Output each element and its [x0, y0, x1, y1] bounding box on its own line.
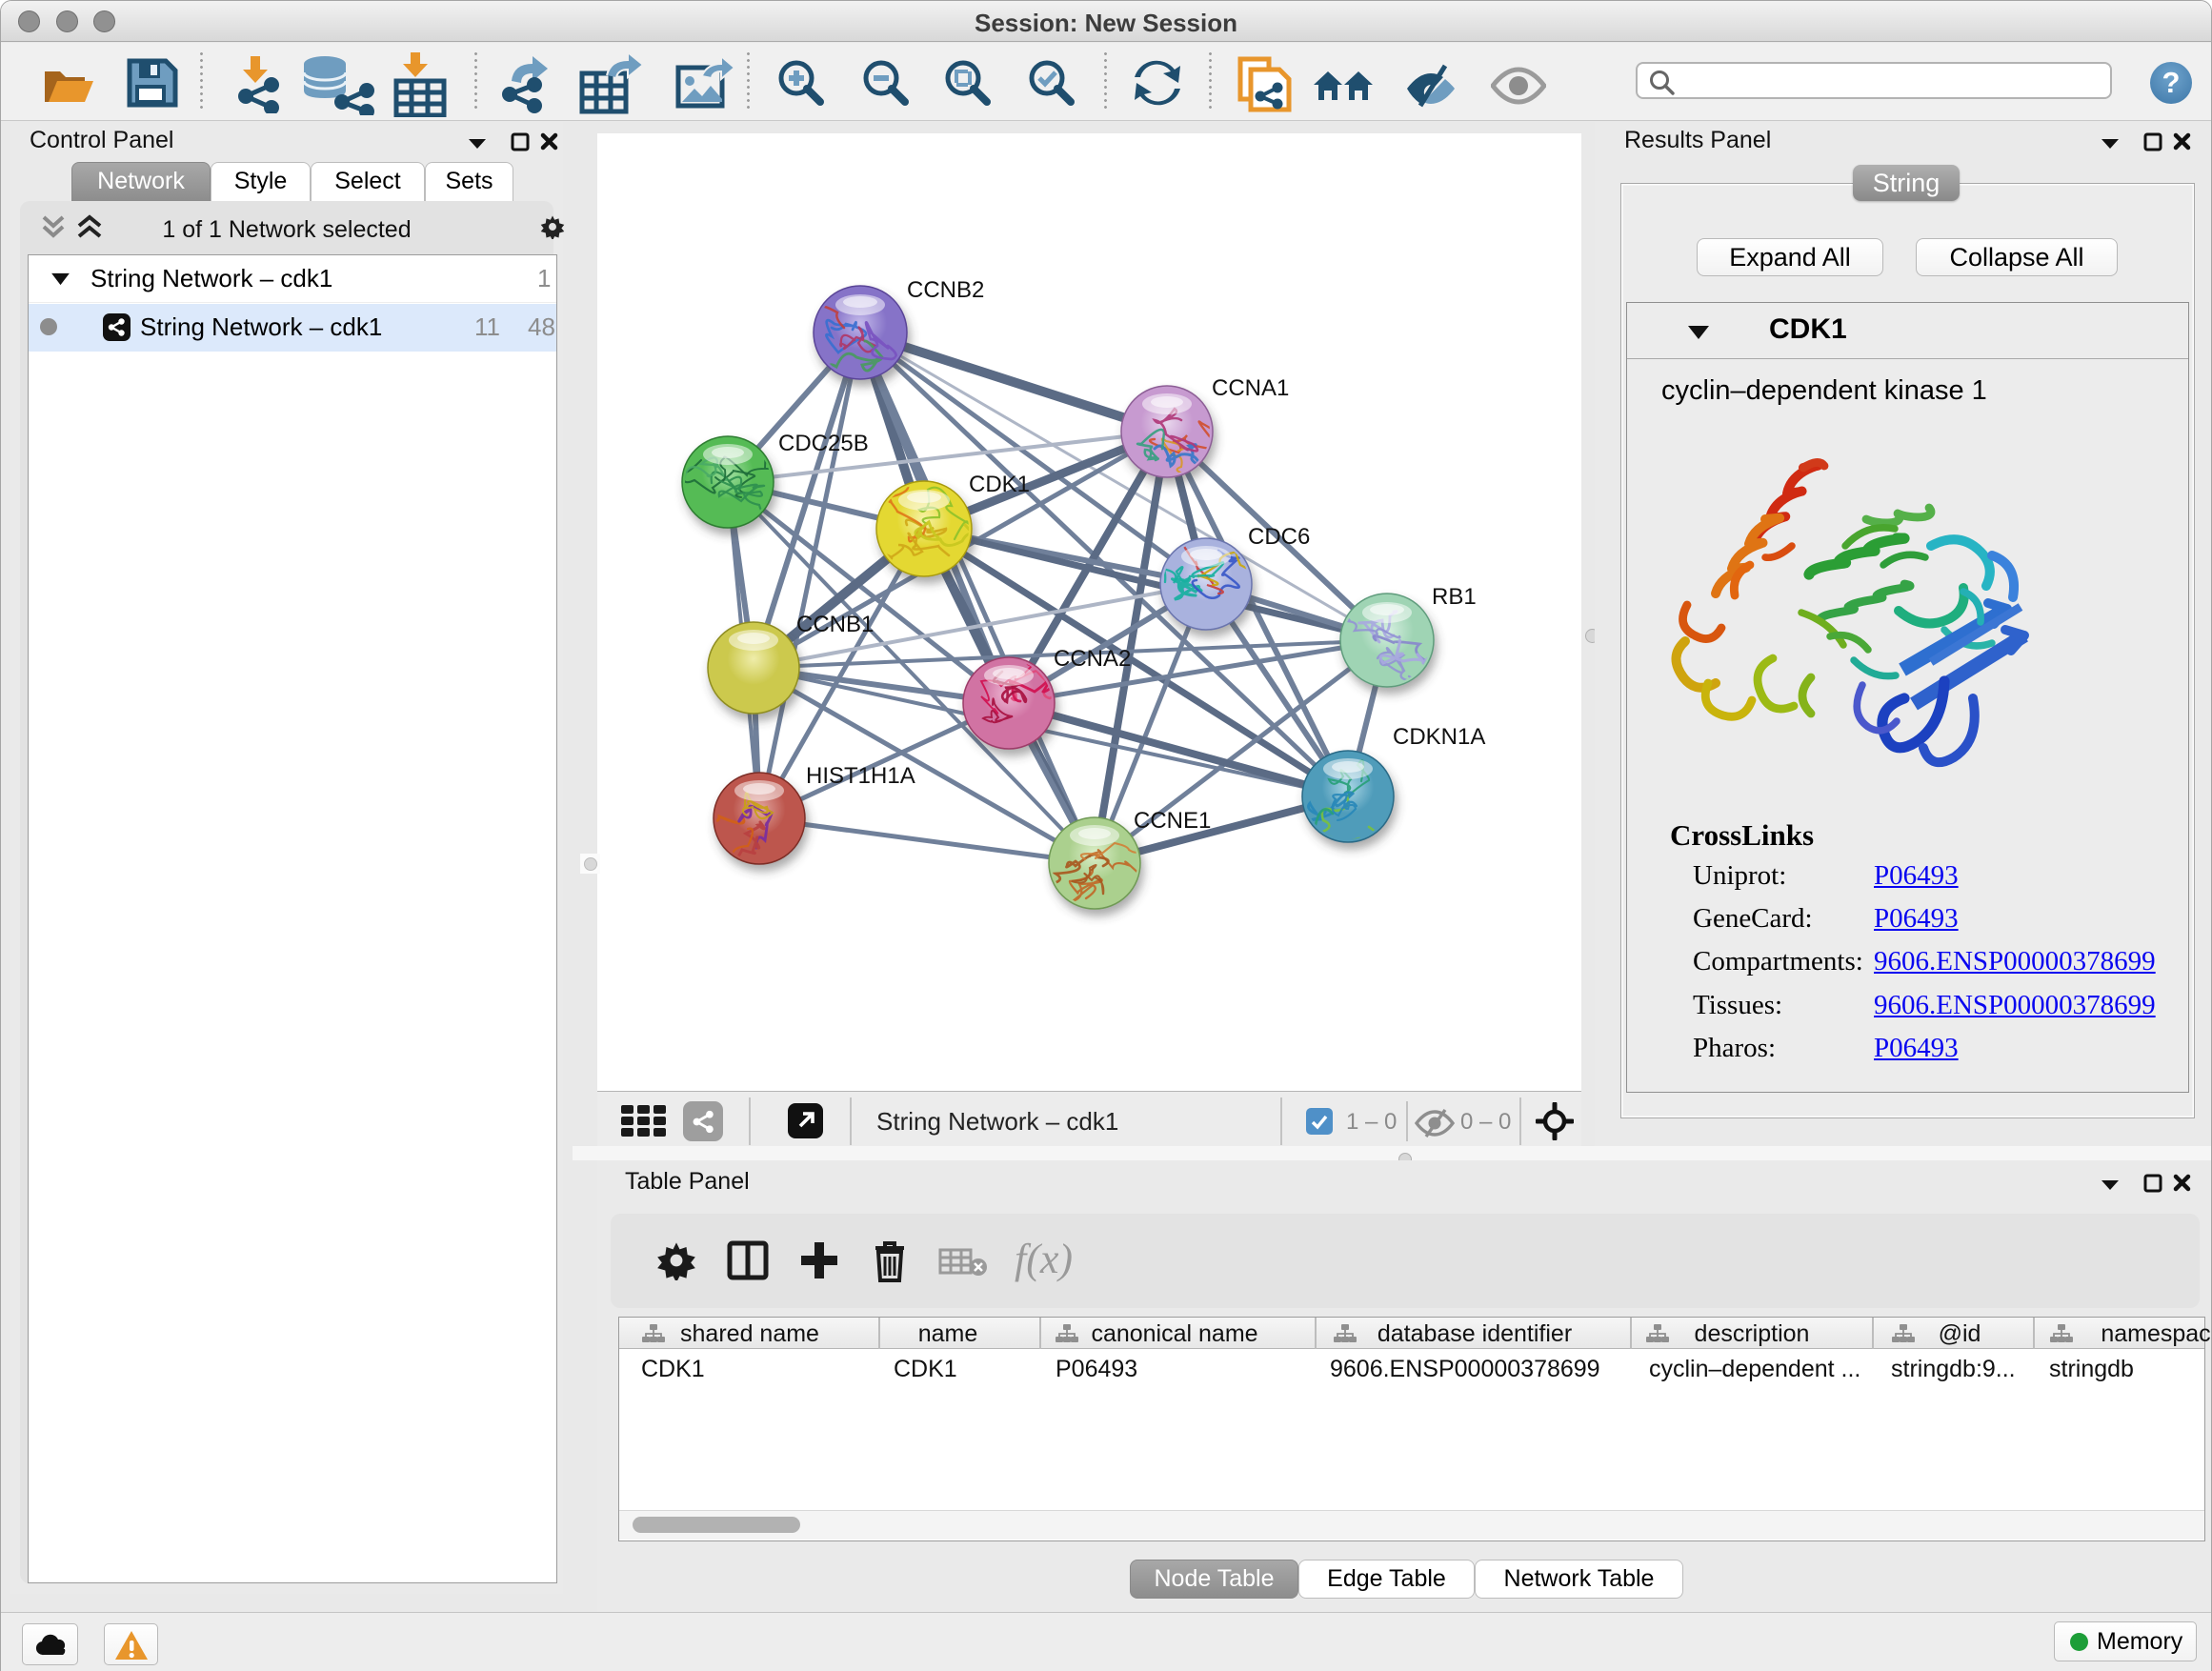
svg-text:CDK1: CDK1 [969, 472, 1030, 497]
svg-text:RB1: RB1 [1432, 584, 1477, 610]
svg-text:CDC25B: CDC25B [778, 431, 869, 456]
svg-text:CCNA1: CCNA1 [1212, 375, 1289, 401]
svg-text:CCNA2: CCNA2 [1054, 646, 1131, 672]
svg-text:CCNB2: CCNB2 [907, 277, 984, 303]
svg-text:HIST1H1A: HIST1H1A [806, 763, 915, 789]
svg-text:CCNE1: CCNE1 [1134, 808, 1211, 834]
svg-text:CCNB1: CCNB1 [796, 612, 874, 637]
svg-text:CDC6: CDC6 [1248, 524, 1310, 550]
svg-text:CDKN1A: CDKN1A [1393, 724, 1485, 750]
